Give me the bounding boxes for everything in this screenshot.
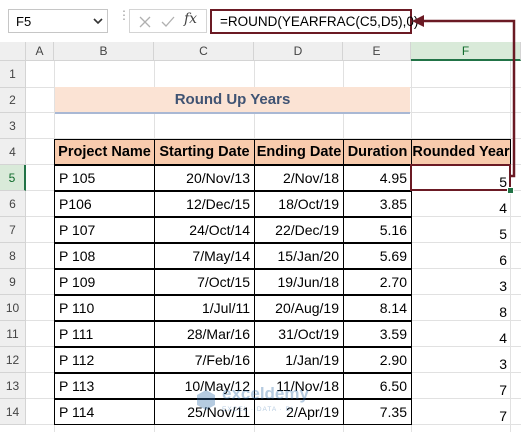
ending-date-cell[interactable]: 18/Oct/19 — [254, 191, 344, 217]
row-header-5[interactable]: 5 — [0, 165, 26, 191]
row-header-8[interactable]: 8 — [0, 243, 26, 269]
name-box[interactable]: F5 — [8, 9, 108, 33]
rounded-year-cell[interactable]: 4 — [411, 191, 510, 217]
project-name-cell[interactable]: P 113 — [54, 373, 155, 399]
watermark-tagline: EXCEL · DATA · BI — [222, 406, 294, 413]
row-header-6[interactable]: 6 — [0, 191, 26, 217]
ending-date-cell[interactable]: 31/Oct/19 — [254, 321, 344, 347]
starting-date-cell[interactable]: 20/Nov/13 — [154, 165, 255, 191]
ending-date-cell[interactable]: 22/Dec/19 — [254, 217, 344, 243]
project-name-cell[interactable]: P 112 — [54, 347, 155, 373]
duration-cell[interactable]: 5.69 — [343, 243, 412, 269]
formula-input[interactable]: =ROUND(YEARFRAC(C5,D5),0) — [210, 9, 418, 34]
rounded-year-cell[interactable]: 6 — [411, 243, 510, 269]
column-header-a[interactable]: A — [26, 42, 54, 61]
ending-date-cell[interactable]: 2/Nov/18 — [254, 165, 344, 191]
row-header-14[interactable]: 14 — [0, 399, 26, 425]
ending-date-cell[interactable]: 1/Jan/19 — [254, 347, 344, 373]
close-icon[interactable] — [136, 13, 154, 31]
resize-grip[interactable]: ⋮ — [118, 9, 130, 32]
ending-date-cell[interactable]: 20/Aug/19 — [254, 295, 344, 321]
rounded-year-cell[interactable]: 4 — [411, 321, 510, 347]
ending-date-cell[interactable]: 15/Jan/20 — [254, 243, 344, 269]
name-box-value: F5 — [16, 14, 32, 29]
duration-cell[interactable]: 2.90 — [343, 347, 412, 373]
rounded-year-cell[interactable]: 3 — [411, 269, 510, 295]
callout-arrow — [412, 15, 516, 178]
duration-cell[interactable]: 3.59 — [343, 321, 412, 347]
project-name-cell[interactable]: P 114 — [54, 399, 155, 425]
formula-text: =ROUND(YEARFRAC(C5,D5),0) — [220, 14, 419, 29]
row-header-7[interactable]: 7 — [0, 217, 26, 243]
header-project-name: Project Name — [54, 139, 155, 165]
fill-handle[interactable] — [507, 187, 514, 194]
watermark-logo: exceldemy EXCEL · DATA · BI — [190, 382, 330, 426]
logo-icon — [197, 390, 215, 410]
project-name-cell[interactable]: P 107 — [54, 217, 155, 243]
project-name-cell[interactable]: P 108 — [54, 243, 155, 269]
starting-date-cell[interactable]: 1/Jul/11 — [154, 295, 255, 321]
project-name-cell[interactable]: P 110 — [54, 295, 155, 321]
ending-date-cell[interactable]: 19/Jun/18 — [254, 269, 344, 295]
sheet-title: Round Up Years — [55, 87, 410, 114]
row-header-3[interactable]: 3 — [0, 113, 26, 139]
starting-date-cell[interactable]: 28/Mar/16 — [154, 321, 255, 347]
starting-date-cell[interactable]: 7/Oct/15 — [154, 269, 255, 295]
row-header-10[interactable]: 10 — [0, 295, 26, 321]
column-header-d[interactable]: D — [254, 42, 343, 61]
duration-cell[interactable]: 7.35 — [343, 399, 412, 425]
chevron-down-icon[interactable] — [93, 16, 103, 26]
starting-date-cell[interactable]: 12/Dec/15 — [154, 191, 255, 217]
project-name-cell[interactable]: P 109 — [54, 269, 155, 295]
row-header-11[interactable]: 11 — [0, 321, 26, 347]
row-header-2[interactable]: 2 — [0, 88, 26, 113]
rounded-year-cell[interactable]: 7 — [411, 373, 510, 399]
duration-cell[interactable]: 6.50 — [343, 373, 412, 399]
rounded-year-cell[interactable]: 3 — [411, 347, 510, 373]
row-header-1[interactable]: 1 — [0, 61, 26, 88]
row-header-12[interactable]: 12 — [0, 347, 26, 373]
column-header-c[interactable]: C — [154, 42, 254, 61]
rounded-year-cell[interactable]: 8 — [411, 295, 510, 321]
starting-date-cell[interactable]: 7/Feb/16 — [154, 347, 255, 373]
row-header-9[interactable]: 9 — [0, 269, 26, 295]
rounded-year-cell[interactable]: 7 — [411, 399, 510, 425]
duration-cell[interactable]: 3.85 — [343, 191, 412, 217]
starting-date-cell[interactable]: 24/Oct/14 — [154, 217, 255, 243]
select-all-corner[interactable] — [0, 42, 26, 61]
column-header-b[interactable]: B — [54, 42, 154, 61]
duration-cell[interactable]: 5.16 — [343, 217, 412, 243]
project-name-cell[interactable]: P 111 — [54, 321, 155, 347]
duration-cell[interactable]: 2.70 — [343, 269, 412, 295]
watermark-name: exceldemy — [222, 384, 309, 403]
starting-date-cell[interactable]: 7/May/14 — [154, 243, 255, 269]
row-header-13[interactable]: 13 — [0, 373, 26, 399]
check-icon[interactable] — [159, 13, 177, 31]
formula-buttons: fx — [129, 9, 207, 33]
rounded-year-cell[interactable]: 5 — [411, 217, 510, 243]
row-header-4[interactable]: 4 — [0, 139, 26, 165]
project-name-cell[interactable]: P 105 — [54, 165, 155, 191]
fx-icon[interactable]: fx — [184, 11, 197, 27]
header-ending-date: Ending Date — [254, 139, 344, 165]
project-name-cell[interactable]: P106 — [54, 191, 155, 217]
duration-cell[interactable]: 8.14 — [343, 295, 412, 321]
header-starting-date: Starting Date — [154, 139, 255, 165]
